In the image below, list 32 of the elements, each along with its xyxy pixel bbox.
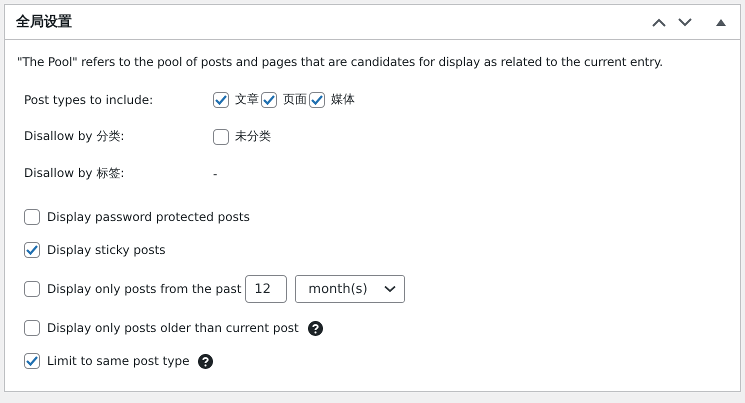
checkbox-label[interactable]: 页面 <box>283 91 307 108</box>
help-icon[interactable] <box>198 354 214 368</box>
triangle-up-icon <box>716 18 726 26</box>
help-icon[interactable] <box>308 320 323 336</box>
checkbox[interactable] <box>24 209 40 225</box>
checkbox-label[interactable]: Limit to same post type <box>47 354 190 368</box>
checkbox-label[interactable]: Display sticky posts <box>47 243 166 257</box>
setting-label: Disallow by 分类: <box>24 128 126 145</box>
description-text: "The Pool" refers to the pool of posts and pages that are candidates for display as related to the current entry. <box>17 55 664 69</box>
checkbox-label[interactable]: 文章 <box>235 91 259 108</box>
checkbox-label[interactable]: 媒体 <box>331 91 355 108</box>
checkbox[interactable] <box>24 353 40 369</box>
setting-value: - <box>213 166 218 180</box>
number-field[interactable]: 12 <box>245 275 288 303</box>
checkbox[interactable] <box>24 242 40 258</box>
checkbox-label[interactable]: Display password protected posts <box>47 210 250 224</box>
checkbox-label[interactable]: Display only posts from the past <box>47 282 242 296</box>
setting-label: Post types to include: <box>24 92 154 106</box>
panel-title: 全局设置 <box>16 13 72 31</box>
checkbox[interactable] <box>309 92 325 108</box>
checkbox[interactable] <box>24 281 40 297</box>
chevron-down-icon <box>678 18 692 26</box>
checkbox[interactable] <box>213 92 229 108</box>
chevron-down-icon <box>384 285 396 293</box>
checkbox-label[interactable]: Display only posts older than current post <box>47 321 299 335</box>
checkbox[interactable] <box>24 320 40 336</box>
checkbox-label[interactable]: 未分类 <box>235 128 271 145</box>
checkbox[interactable] <box>261 92 277 108</box>
setting-label: Disallow by 标签: <box>24 165 126 182</box>
chevron-up-icon <box>652 18 666 26</box>
checkbox[interactable] <box>213 128 229 144</box>
unit-dropdown[interactable]: month(s) <box>295 275 406 303</box>
